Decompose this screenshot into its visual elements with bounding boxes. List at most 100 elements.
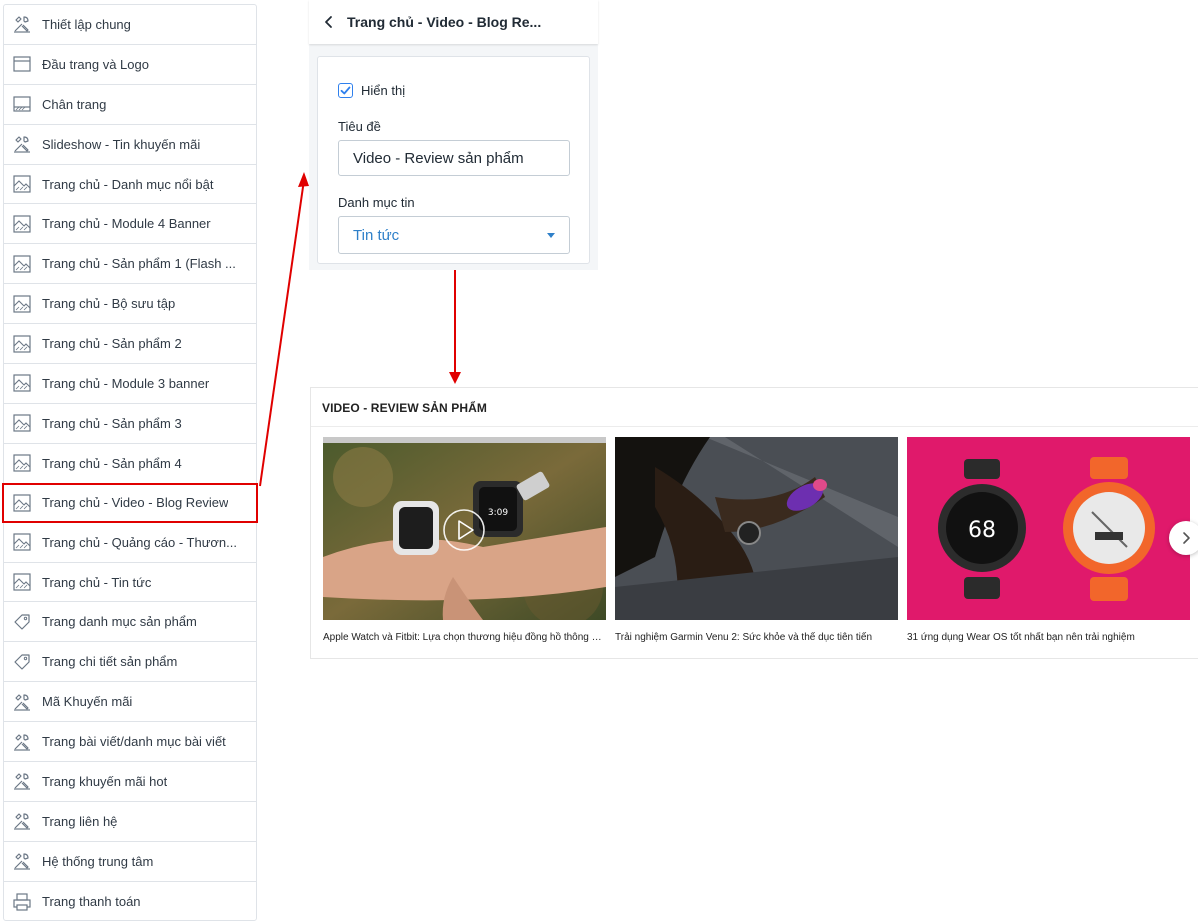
video-card-1[interactable]: 3:09 Apple Watch và Fitbit: Lựa chọn thư… [323, 437, 606, 643]
watch-heart-rate-readout: 68 [968, 518, 996, 543]
video-title-3[interactable]: 31 ứng dụng Wear OS tốt nhất bạn nên trả… [907, 632, 1190, 643]
chevron-right-icon [1183, 532, 1190, 544]
sidebar-item-5[interactable]: Trang chủ - Danh mục nổi bật [4, 165, 256, 205]
tag-icon [12, 652, 32, 672]
settings-sidebar: Thiết lập chung Đầu trang và Logo Chân tra… [2, 4, 258, 922]
settings-card: Hiển thị Tiêu đề Danh mục tin Tin tức [317, 56, 590, 264]
video-title-2[interactable]: Trải nghiệm Garmin Venu 2: Sức khỏe và t… [615, 632, 898, 643]
tools-icon [12, 771, 32, 791]
sidebar-item-label: Trang chủ - Module 3 banner [42, 375, 210, 391]
wear-os-watches-photo: 68 [907, 437, 1190, 620]
header-layout-icon [12, 54, 32, 74]
sidebar-item-label: Trang chủ - Bộ sưu tập [42, 296, 176, 312]
footer-layout-icon [12, 94, 32, 114]
arrowhead-up [298, 172, 309, 187]
sidebar-item-3[interactable]: Chân trang [4, 85, 256, 125]
tools-icon [12, 811, 32, 831]
home-section-icon [12, 413, 32, 433]
sidebar-item-label: Chân trang [42, 96, 107, 112]
sidebar-item-label: Trang chủ - Danh mục nổi bật [42, 176, 214, 192]
sidebar-item-label: Trang chủ - Sản phẩm 3 [42, 415, 182, 431]
sidebar-item-label: Trang chủ - Tin tức [42, 574, 152, 590]
tools-icon [12, 732, 32, 752]
arrowhead-down [449, 372, 461, 384]
sidebar-item-15[interactable]: Trang chủ - Tin tức [4, 563, 256, 603]
sidebar-item-18[interactable]: Mã Khuyến mãi [4, 682, 256, 723]
sidebar-item-19[interactable]: Trang bài viết/danh mục bài viết [4, 722, 256, 763]
home-section-icon [12, 294, 32, 314]
back-arrow-icon[interactable] [321, 14, 337, 30]
sidebar-item-label: Trang thanh toán [42, 894, 141, 910]
category-selected-value: Tin tức [353, 226, 400, 244]
video-thumbnail-1[interactable]: 3:09 [323, 437, 606, 620]
sidebar-item-11[interactable]: Trang chủ - Sản phẩm 3 [4, 404, 256, 444]
home-section-icon [12, 174, 32, 194]
sidebar-item-23[interactable]: Trang thanh toán [4, 882, 256, 922]
home-section-icon [12, 254, 32, 274]
sidebar-item-2[interactable]: Đầu trang và Logo [4, 45, 256, 85]
video-title-1[interactable]: Apple Watch và Fitbit: Lựa chọn thương h… [323, 632, 606, 643]
title-field-label: Tiêu đề [338, 119, 381, 134]
category-select[interactable]: Tin tức [338, 216, 570, 254]
tools-icon [12, 692, 32, 712]
sidebar-item-label: Mã Khuyến mãi [42, 694, 133, 710]
sidebar-item-label: Slideshow - Tin khuyến mãi [42, 136, 201, 152]
tools-icon [12, 14, 32, 34]
video-card-3[interactable]: 68 31 ứng dụng Wear OS tốt nhất bạn nên … [907, 437, 1190, 643]
arrow-sidebar-to-panel [259, 179, 305, 487]
sidebar-item-1[interactable]: Thiết lập chung [4, 5, 256, 45]
sidebar-item-6[interactable]: Trang chủ - Module 4 Banner [4, 204, 256, 245]
sidebar-item-13[interactable]: Trang chủ - Video - Blog Review [2, 482, 258, 523]
video-card-2[interactable]: Trải nghiệm Garmin Venu 2: Sức khỏe và t… [615, 437, 898, 643]
video-thumbnail-2[interactable] [615, 437, 898, 620]
preview-heading: VIDEO - REVIEW SẢN PHẨM [322, 401, 487, 415]
show-toggle-row[interactable]: Hiển thị [338, 83, 405, 98]
sidebar-item-label: Trang chi tiết sản phẩm [42, 654, 178, 670]
title-input[interactable] [338, 140, 570, 176]
section-settings-panel: Trang chủ - Video - Blog Re... Hiển thị … [309, 0, 598, 270]
show-checkbox[interactable] [338, 83, 353, 98]
sidebar-item-label: Đầu trang và Logo [42, 56, 149, 72]
dropdown-caret-icon [547, 232, 555, 238]
home-section-icon [12, 453, 32, 473]
sidebar-item-20[interactable]: Trang khuyến mãi hot [4, 762, 256, 802]
home-section-icon [12, 572, 32, 592]
video-review-preview: VIDEO - REVIEW SẢN PHẨM 3:09 Apple Watch… [310, 387, 1198, 659]
carousel-next-button[interactable] [1169, 521, 1198, 555]
sidebar-item-9[interactable]: Trang chủ - Sản phẩm 2 [4, 324, 256, 365]
home-section-icon [12, 493, 32, 513]
check-icon [340, 86, 351, 95]
show-label: Hiển thị [361, 83, 406, 98]
sidebar-item-label: Trang chủ - Sản phẩm 2 [42, 336, 182, 352]
home-section-icon [12, 532, 32, 552]
sidebar-item-4[interactable]: Slideshow - Tin khuyến mãi [4, 125, 256, 165]
sidebar-item-label: Thiết lập chung [42, 16, 131, 32]
sidebar-item-label: Trang bài viết/danh mục bài viết [42, 734, 226, 750]
sidebar-item-label: Trang khuyến mãi hot [42, 773, 168, 789]
sidebar-item-label: Trang chủ - Video - Blog Review [42, 495, 229, 511]
smartwatch-wrist-photo: 3:09 [323, 437, 606, 620]
home-section-icon [12, 373, 32, 393]
sidebar-item-label: Trang chủ - Sản phẩm 4 [42, 455, 182, 471]
sidebar-item-12[interactable]: Trang chủ - Sản phẩm 4 [4, 444, 256, 484]
sidebar-item-14[interactable]: Trang chủ - Quảng cáo - Thươn... [4, 523, 256, 563]
tools-icon [12, 851, 32, 871]
panel-title: Trang chủ - Video - Blog Re... [347, 14, 542, 30]
category-field-label: Danh mục tin [338, 195, 415, 210]
sidebar-item-7[interactable]: Trang chủ - Sản phẩm 1 (Flash ... [4, 244, 256, 285]
sidebar-item-16[interactable]: Trang danh mục sản phẩm [4, 602, 256, 643]
sidebar-item-21[interactable]: Trang liên hệ [4, 802, 256, 842]
video-thumbnail-3[interactable]: 68 [907, 437, 1190, 620]
sidebar-item-10[interactable]: Trang chủ - Module 3 banner [4, 364, 256, 404]
sidebar-item-8[interactable]: Trang chủ - Bộ sưu tập [4, 284, 256, 325]
preview-divider [311, 426, 1198, 427]
home-section-icon [12, 334, 32, 354]
printer-icon [12, 892, 32, 912]
sidebar-item-17[interactable]: Trang chi tiết sản phẩm [4, 642, 256, 683]
sidebar-item-label: Hệ thống trung tâm [42, 853, 154, 869]
sidebar-item-label: Trang liên hệ [42, 813, 118, 829]
panel-header: Trang chủ - Video - Blog Re... [309, 0, 598, 44]
sidebar-item-label: Trang chủ - Sản phẩm 1 (Flash ... [42, 256, 236, 272]
tag-icon [12, 612, 32, 632]
sidebar-item-22[interactable]: Hệ thống trung tâm [4, 842, 256, 882]
